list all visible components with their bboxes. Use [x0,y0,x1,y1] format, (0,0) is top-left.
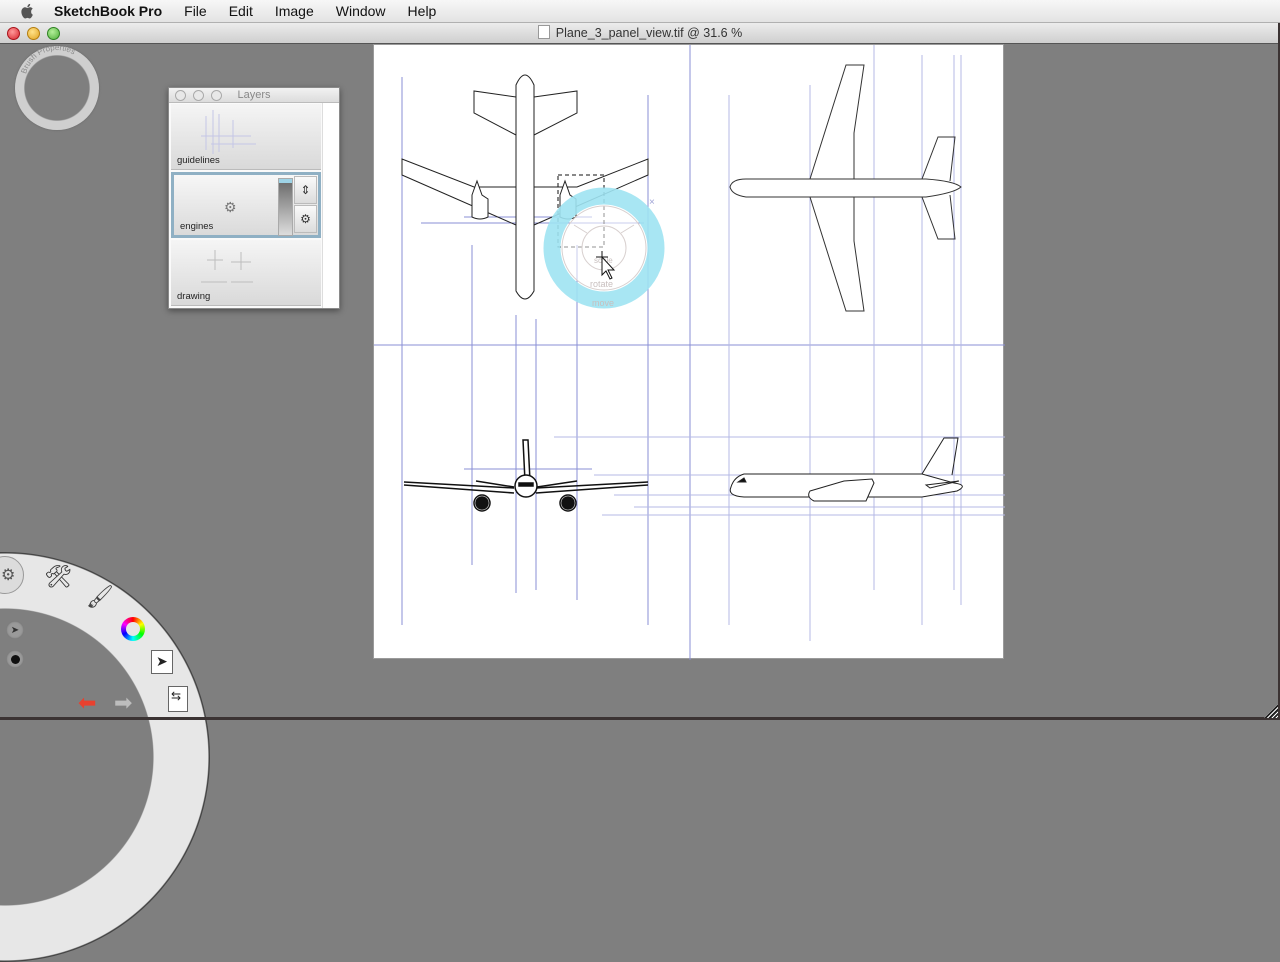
redo-icon[interactable]: ➡ [114,690,132,716]
app-menu[interactable]: SketchBook Pro [54,3,162,19]
layer-swap-icon: ⇆ [171,689,182,703]
layer-engines[interactable]: ⚙ engines ⇕ ⚙ [171,172,321,238]
lagoon-toolbar [0,552,210,962]
undo-icon[interactable]: ⬅ [78,690,96,716]
menu-bar: SketchBook Pro File Edit Image Window He… [0,0,1280,23]
rotate-label[interactable]: rotate [590,279,613,289]
layer-transform-button[interactable]: ⚙ [294,205,317,233]
menu-window[interactable]: Window [336,3,386,19]
menu-image[interactable]: Image [275,3,314,19]
settings-icon: ⚙ [1,567,16,584]
plane-side-view [729,437,963,502]
move-layer-icon: ⇕ [300,183,311,197]
select-icon: ➤ [156,653,168,669]
transform-puck[interactable]: × scale rotate move [543,187,665,309]
move-layer-button[interactable]: ⇕ [294,176,317,204]
layers-panel-title: Layers [237,89,271,101]
layers-panel: Layers guidelines ⚙ engines ⇕ ⚙ drawing [168,87,340,309]
layer-thumbnail [201,110,256,154]
engine-thumbnail-icon: ⚙ [224,199,237,215]
plane-plan-view [729,64,962,312]
guidelines-right [554,45,1005,641]
brush-dot-icon [10,654,20,664]
select-tool-button[interactable]: ➤ [151,650,173,674]
drawing-canvas[interactable]: × scale rotate move [373,44,1005,660]
move-label[interactable]: move [592,298,614,308]
layer-opacity-slider[interactable] [278,178,293,236]
brush-icon[interactable]: 🖌 [86,586,114,608]
layer-name: guidelines [177,155,220,166]
transform-close-icon[interactable]: × [649,197,655,208]
menu-edit[interactable]: Edit [229,3,253,19]
layer-guidelines[interactable]: guidelines [171,104,321,170]
document-icon [537,25,550,39]
resize-grip-icon[interactable] [1264,704,1278,718]
layer-swap-button[interactable]: ⇆ [168,686,188,712]
transform-icon: ⚙ [300,212,311,226]
color-wheel-button[interactable] [121,617,145,641]
color-wheel-icon [126,622,140,636]
layers-scrollbar[interactable] [322,103,339,308]
layer-thumbnail [201,250,253,283]
brush-properties-label: Brush Properties [19,44,77,75]
svg-text:Brush Properties: Brush Properties [19,44,77,75]
layer-drawing[interactable]: drawing [171,240,321,306]
brush-properties-label-arc: Brush Properties [19,44,77,75]
menu-file[interactable]: File [184,3,207,19]
layer-name: drawing [177,291,211,302]
menu-help[interactable]: Help [408,3,437,19]
pointer-icon: ➤ [10,624,20,636]
brush-size-indicator[interactable] [6,650,24,668]
canvas-artwork: × scale rotate move [374,45,1005,660]
apple-icon[interactable] [18,2,38,20]
tools-icon[interactable]: 🛠 [44,566,72,588]
pointer-tool-button[interactable]: ➤ [6,621,24,639]
layer-name: engines [180,221,214,232]
window-title-bar: Plane_3_panel_view.tif @ 31.6 % [0,23,1280,44]
window-title: Plane_3_panel_view.tif @ 31.6 % [555,26,743,40]
layers-panel-header[interactable]: Layers [169,88,339,103]
